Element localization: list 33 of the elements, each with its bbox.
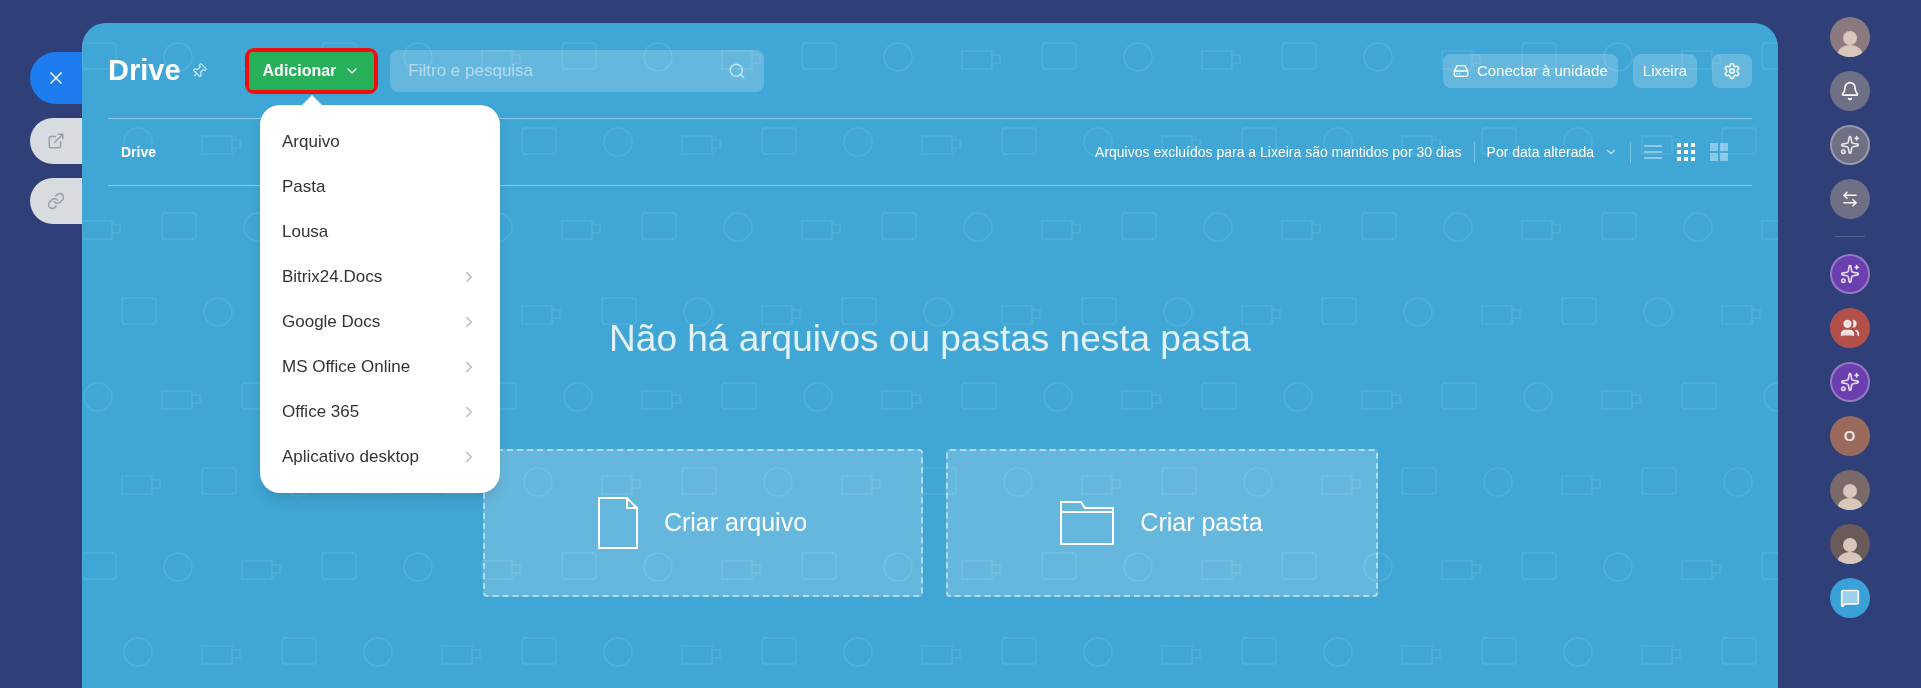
user-avatar[interactable] — [1829, 524, 1870, 564]
sparkle-icon[interactable] — [1829, 254, 1870, 294]
group-icon[interactable] — [1829, 308, 1870, 348]
menu-item[interactable]: Pasta — [260, 164, 500, 209]
swap-arrows-icon[interactable] — [1829, 179, 1870, 219]
sparkle-icon[interactable] — [1829, 362, 1870, 402]
letter-avatar[interactable]: O — [1829, 416, 1870, 456]
open-external-button[interactable] — [30, 118, 82, 164]
external-link-icon — [47, 132, 65, 150]
link-icon — [47, 192, 65, 210]
settings-button[interactable] — [1712, 54, 1752, 88]
sparkle-icon[interactable] — [1829, 125, 1870, 165]
copy-link-button[interactable] — [30, 178, 82, 224]
menu-item[interactable]: Google Docs — [260, 299, 500, 344]
chat-icon[interactable] — [1829, 578, 1870, 618]
tiles-view-icon[interactable] — [1709, 142, 1729, 162]
grid-view-icon[interactable] — [1676, 142, 1696, 162]
file-icon — [597, 496, 638, 549]
menu-item[interactable]: MS Office Online — [260, 344, 500, 389]
drive-icon — [1452, 63, 1469, 79]
menu-item[interactable]: Bitrix24.Docs — [260, 254, 500, 299]
page-title: Drive — [108, 53, 181, 89]
menu-item[interactable]: Arquivo — [260, 119, 500, 164]
menu-item[interactable]: Office 365 — [260, 389, 500, 434]
user-avatar[interactable] — [1829, 17, 1870, 57]
trash-retention-notice: Arquivos excluídos para a Lixeira são mantidos por 30 dias — [1095, 141, 1475, 163]
user-avatar[interactable] — [1829, 470, 1870, 510]
settings-icon — [1723, 62, 1741, 80]
menu-item[interactable]: Lousa — [260, 209, 500, 254]
close-button[interactable] — [30, 52, 82, 104]
empty-folder-message: Não há arquivos ou pastas nesta pasta — [609, 317, 1251, 361]
notification-icon[interactable] — [1829, 71, 1870, 111]
folder-icon — [1060, 500, 1115, 545]
